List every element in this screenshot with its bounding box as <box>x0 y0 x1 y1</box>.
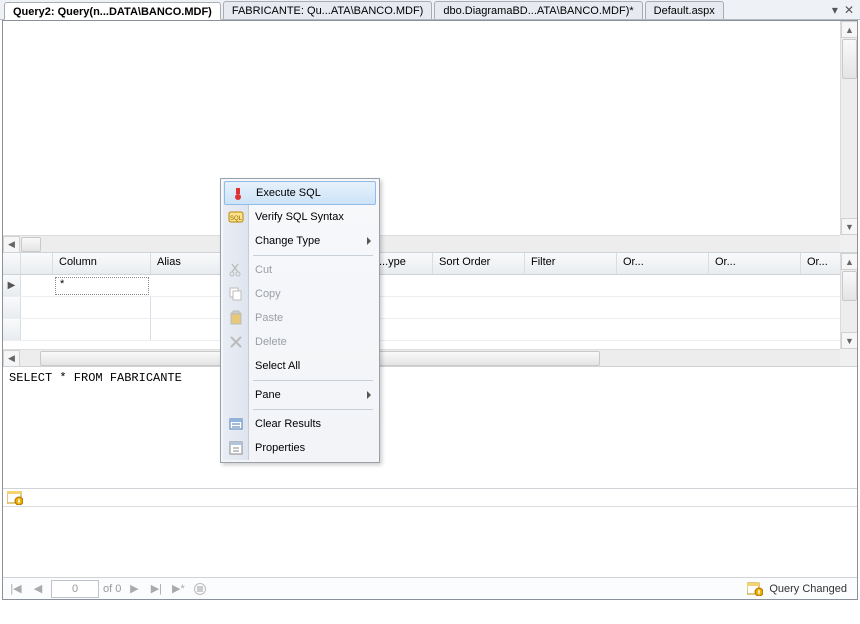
sql-pane[interactable]: SELECT * FROM FABRICANTE <box>3 367 857 489</box>
delete-icon <box>228 334 244 350</box>
results-header <box>3 489 857 507</box>
grid-header-sortorder[interactable]: Sort Order <box>433 253 525 274</box>
diagram-horizontal-scrollbar[interactable]: ◀ ▶ <box>3 235 857 252</box>
menu-cut: Cut <box>223 258 377 282</box>
menu-copy: Copy <box>223 282 377 306</box>
grid-horizontal-scrollbar[interactable]: ◀ ▶ <box>3 349 857 366</box>
properties-icon <box>228 440 244 456</box>
grid-header-row: Column Alias ...ype Sort Order Filter Or… <box>3 253 857 275</box>
grid-header-or2[interactable]: Or... <box>709 253 801 274</box>
cut-icon <box>228 262 244 278</box>
grid-header-or1[interactable]: Or... <box>617 253 709 274</box>
sql-text[interactable]: SELECT * FROM FABRICANTE <box>9 371 182 385</box>
menu-label: Select All <box>255 360 300 372</box>
grid-row-0[interactable]: ▶ * <box>3 275 857 297</box>
scroll-down-icon[interactable]: ▼ <box>841 218 857 235</box>
grid-cell-column-0[interactable]: * <box>55 277 149 295</box>
submenu-arrow-icon <box>367 391 371 399</box>
grid-header-blank1 <box>21 253 53 274</box>
menu-delete: Delete <box>223 330 377 354</box>
tab-dropdown-icon[interactable]: ▾ <box>832 3 838 17</box>
menu-label: Cut <box>255 264 272 276</box>
clear-results-icon <box>228 416 244 432</box>
menu-pane[interactable]: Pane <box>223 383 377 407</box>
menu-label: Pane <box>255 389 281 401</box>
nav-of-label: of 0 <box>103 583 121 595</box>
tab-fabricante[interactable]: FABRICANTE: Qu...ATA\BANCO.MDF) <box>223 1 433 19</box>
grid-row-2[interactable] <box>3 319 857 341</box>
tab-query2[interactable]: Query2: Query(n...DATA\BANCO.MDF) <box>4 2 221 20</box>
menu-label: Delete <box>255 336 287 348</box>
status-text: Query Changed <box>769 583 847 595</box>
nav-position-input[interactable] <box>51 580 99 598</box>
copy-icon <box>228 286 244 302</box>
menu-label: Properties <box>255 442 305 454</box>
menu-clear-results[interactable]: Clear Results <box>223 412 377 436</box>
verify-sql-icon: SQL <box>228 209 244 225</box>
scroll-left-icon[interactable]: ◀ <box>3 236 20 253</box>
menu-label: Change Type <box>255 235 320 247</box>
grid-header-column[interactable]: Column <box>53 253 151 274</box>
row-indicator-0[interactable]: ▶ <box>3 275 21 296</box>
diagram-pane[interactable]: ▲ ▼ ◀ ▶ <box>3 21 857 253</box>
nav-next-icon[interactable]: ▶ <box>125 580 143 598</box>
paste-icon <box>228 310 244 326</box>
nav-new-icon[interactable]: ▶* <box>169 580 187 598</box>
diagram-vertical-scrollbar[interactable]: ▲ ▼ <box>840 21 857 235</box>
query-changed-icon <box>747 582 763 596</box>
svg-text:SQL: SQL <box>230 216 243 222</box>
grid-row-1[interactable] <box>3 297 857 319</box>
grid-corner <box>3 253 21 274</box>
menu-change-type[interactable]: Change Type <box>223 229 377 253</box>
menu-verify-sql[interactable]: SQL Verify SQL Syntax <box>223 205 377 229</box>
nav-stop-icon[interactable] <box>191 580 209 598</box>
execute-sql-icon <box>230 186 246 202</box>
query-designer-frame: ▲ ▼ ◀ ▶ Column Alias ...ype Sort Order F… <box>2 20 858 600</box>
menu-label: Verify SQL Syntax <box>255 211 344 223</box>
tab-diagramabd[interactable]: dbo.DiagramaBD...ATA\BANCO.MDF)* <box>434 1 642 19</box>
nav-first-icon[interactable]: |◀ <box>7 580 25 598</box>
record-navigator: |◀ ◀ of 0 ▶ ▶| ▶* Query Changed <box>3 577 857 599</box>
menu-label: Paste <box>255 312 283 324</box>
grid-pane[interactable]: Column Alias ...ype Sort Order Filter Or… <box>3 253 857 367</box>
tab-default-aspx[interactable]: Default.aspx <box>645 1 724 19</box>
menu-label: Execute SQL <box>256 187 321 199</box>
close-tab-icon[interactable]: ✕ <box>844 3 854 17</box>
tab-strip: Query2: Query(n...DATA\BANCO.MDF) FABRIC… <box>0 0 860 20</box>
grid-header-alias[interactable]: Alias <box>151 253 223 274</box>
grid-vertical-scrollbar[interactable]: ▲ ▼ <box>840 253 857 349</box>
nav-prev-icon[interactable]: ◀ <box>29 580 47 598</box>
menu-label: Clear Results <box>255 418 321 430</box>
menu-execute-sql[interactable]: Execute SQL <box>224 181 376 205</box>
scroll-up-icon[interactable]: ▲ <box>841 21 857 38</box>
menu-properties[interactable]: Properties <box>223 436 377 460</box>
nav-last-icon[interactable]: ▶| <box>147 580 165 598</box>
results-icon <box>7 491 23 505</box>
menu-label: Copy <box>255 288 281 300</box>
context-menu: Execute SQL SQL Verify SQL Syntax Change… <box>220 178 380 463</box>
menu-paste: Paste <box>223 306 377 330</box>
grid-header-sorttype[interactable]: ...ype <box>373 253 433 274</box>
menu-select-all[interactable]: Select All <box>223 354 377 378</box>
grid-header-filter[interactable]: Filter <box>525 253 617 274</box>
status-query-changed: Query Changed <box>747 582 853 596</box>
submenu-arrow-icon <box>367 237 371 245</box>
